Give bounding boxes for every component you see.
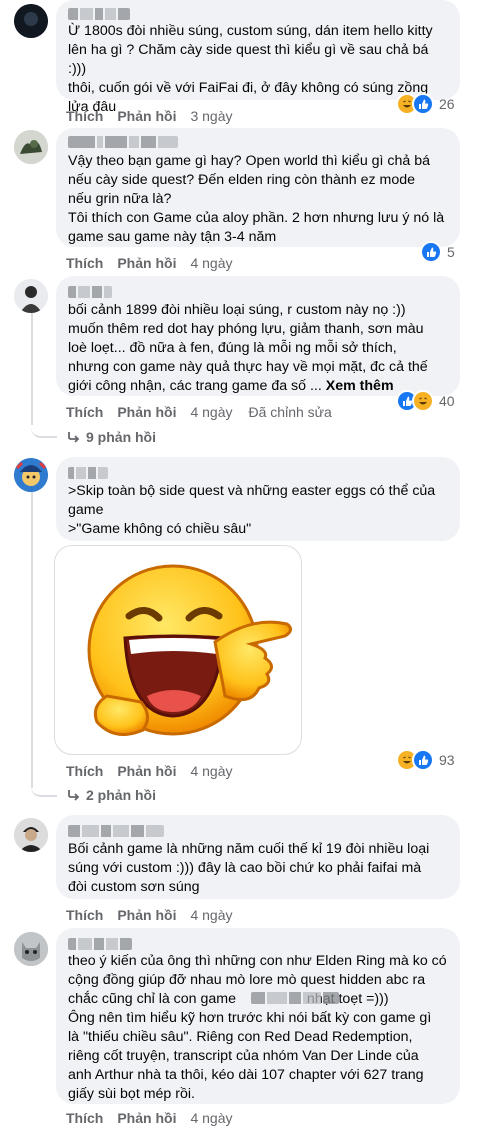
avatar[interactable] [14, 458, 48, 492]
reply-button[interactable]: Phản hồi [117, 106, 176, 126]
reaction-summary[interactable]: 40 [396, 390, 455, 412]
reaction-count: 93 [439, 752, 455, 768]
comment-actions: Thích Phản hồi 3 ngày [66, 106, 249, 126]
avatar[interactable] [14, 130, 48, 164]
timestamp[interactable]: 3 ngày [190, 106, 232, 126]
like-reaction-icon [420, 241, 442, 263]
reply-button[interactable]: Phản hồi [117, 761, 176, 781]
reaction-count: 26 [439, 96, 455, 112]
comment-actions: Thích Phản hồi 4 ngày [66, 761, 249, 781]
comment-text: Ừ 1800s đòi nhiều súng, custom súng, dán… [68, 23, 433, 115]
laughing-emoji-icon [87, 564, 292, 736]
reply-button[interactable]: Phản hồi [117, 1108, 176, 1128]
comment-bubble: Vậy theo bạn game gì hay? Open world thì… [56, 128, 460, 247]
comment-actions: Thích Phản hồi 4 ngày Đã chỉnh sửa [66, 402, 348, 422]
reply-button[interactable]: Phản hồi [117, 402, 176, 422]
avatar[interactable] [14, 279, 48, 313]
comment-text: bối cảnh 1899 đòi nhiều loại súng, r cus… [68, 301, 450, 396]
comment-text: theo ý kiến của ông thì những con như El… [68, 953, 447, 1102]
reply-button[interactable]: Phản hồi [117, 253, 176, 273]
redacted-text [251, 992, 339, 1004]
comment-bubble: theo ý kiến của ông thì những con như El… [56, 928, 460, 1104]
author-name[interactable] [68, 825, 164, 837]
view-replies-button[interactable]: 2 phản hồi [66, 785, 156, 805]
thread-curve [31, 785, 57, 797]
like-button[interactable]: Thích [66, 1108, 103, 1128]
like-button[interactable]: Thích [66, 402, 103, 422]
thread-line [31, 488, 33, 788]
author-name[interactable] [68, 286, 112, 298]
author-name[interactable] [68, 467, 108, 479]
timestamp[interactable]: 4 ngày [190, 905, 232, 925]
like-button[interactable]: Thích [66, 905, 103, 925]
timestamp[interactable]: 4 ngày [190, 253, 232, 273]
reaction-count: 5 [447, 244, 455, 260]
comment-text: >Skip toàn bộ side quest và những easter… [68, 483, 436, 537]
reply-button[interactable]: Phản hồi [117, 905, 176, 925]
reaction-count: 40 [439, 393, 455, 409]
comment-bubble: bối cảnh 1899 đòi nhiều loại súng, r cus… [56, 276, 460, 396]
reaction-summary[interactable]: 93 [396, 749, 455, 771]
comment-bubble: Bối cảnh game là những năm cuối thế kỉ 1… [56, 815, 460, 899]
like-reaction-icon [412, 93, 434, 115]
comment-text: Bối cảnh game là những năm cuối thế kỉ 1… [68, 841, 430, 895]
laughing-emoji-sticker[interactable] [54, 545, 302, 755]
replies-count[interactable]: 9 phản hồi [86, 429, 156, 445]
avatar[interactable] [14, 932, 48, 966]
like-button[interactable]: Thích [66, 253, 103, 273]
replies-count[interactable]: 2 phản hồi [86, 787, 156, 803]
reaction-summary[interactable]: 5 [420, 241, 455, 263]
edited-label[interactable]: Đã chỉnh sửa [249, 402, 332, 422]
like-button[interactable]: Thích [66, 761, 103, 781]
timestamp[interactable]: 4 ngày [190, 1108, 232, 1128]
haha-reaction-icon [412, 390, 434, 412]
comment-actions: Thích Phản hồi 4 ngày [66, 905, 249, 925]
comment-bubble: >Skip toàn bộ side quest và những easter… [56, 457, 460, 541]
thread-curve [31, 424, 57, 438]
timestamp[interactable]: 4 ngày [190, 402, 232, 422]
comment-actions: Thích Phản hồi 4 ngày [66, 1108, 249, 1128]
reaction-summary[interactable]: 26 [396, 93, 455, 115]
author-name[interactable] [68, 136, 178, 148]
reply-arrow-icon [68, 432, 80, 443]
reply-arrow-icon [68, 790, 80, 801]
like-reaction-icon [412, 749, 434, 771]
comment-bubble: Ừ 1800s đòi nhiều súng, custom súng, dán… [56, 0, 460, 115]
avatar[interactable] [14, 818, 48, 852]
comment-actions: Thích Phản hồi 4 ngày [66, 253, 249, 273]
avatar[interactable] [14, 4, 48, 38]
thread-line [31, 305, 33, 425]
timestamp[interactable]: 4 ngày [190, 761, 232, 781]
comment-text: Vậy theo bạn game gì hay? Open world thì… [68, 153, 445, 245]
view-replies-button[interactable]: 9 phản hồi [66, 427, 156, 447]
see-more-link[interactable]: Xem thêm [326, 378, 394, 394]
like-button[interactable]: Thích [66, 106, 103, 126]
author-name[interactable] [68, 8, 130, 20]
author-name[interactable] [68, 938, 132, 950]
